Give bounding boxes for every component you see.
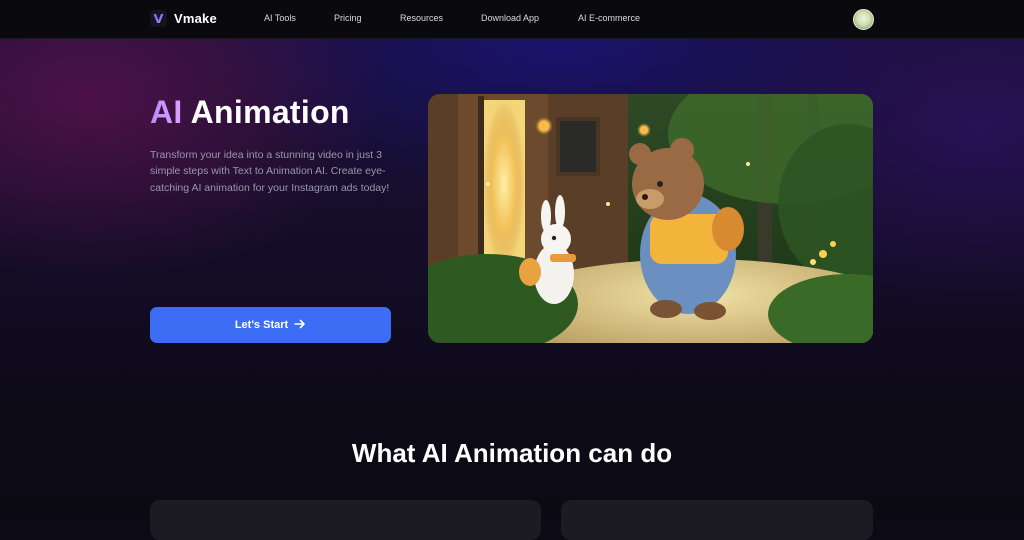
section-title: What AI Animation can do [351, 438, 673, 468]
hero-description: Transform your idea into a stunning vide… [150, 149, 390, 194]
hero-title-accent: AI [150, 94, 183, 130]
nav-item-download-app[interactable]: Download App [481, 13, 539, 23]
nav-item-pricing[interactable]: Pricing [334, 13, 362, 23]
brand-logo[interactable]: Vmake [150, 10, 217, 27]
nav-item-resources[interactable]: Resources [400, 13, 443, 23]
feature-card[interactable] [150, 500, 541, 540]
lets-start-button[interactable]: Let's Start [150, 307, 391, 343]
feature-card[interactable] [561, 500, 873, 540]
arrow-right-icon [294, 319, 306, 332]
user-avatar[interactable] [853, 9, 874, 30]
hero-title: AI Animation [150, 94, 350, 131]
hero-illustration [428, 94, 873, 343]
top-navigation-bar: Vmake AI Tools Pricing Resources Downloa… [0, 0, 1024, 39]
brand-name: Vmake [174, 11, 217, 26]
vmake-logo-icon [150, 10, 167, 27]
lets-start-label: Let's Start [234, 319, 289, 331]
nav-item-ai-ecommerce[interactable]: AI E-commerce [578, 13, 640, 23]
hero-title-rest: Animation [190, 94, 350, 130]
nav-item-ai-tools[interactable]: AI Tools [264, 13, 296, 23]
